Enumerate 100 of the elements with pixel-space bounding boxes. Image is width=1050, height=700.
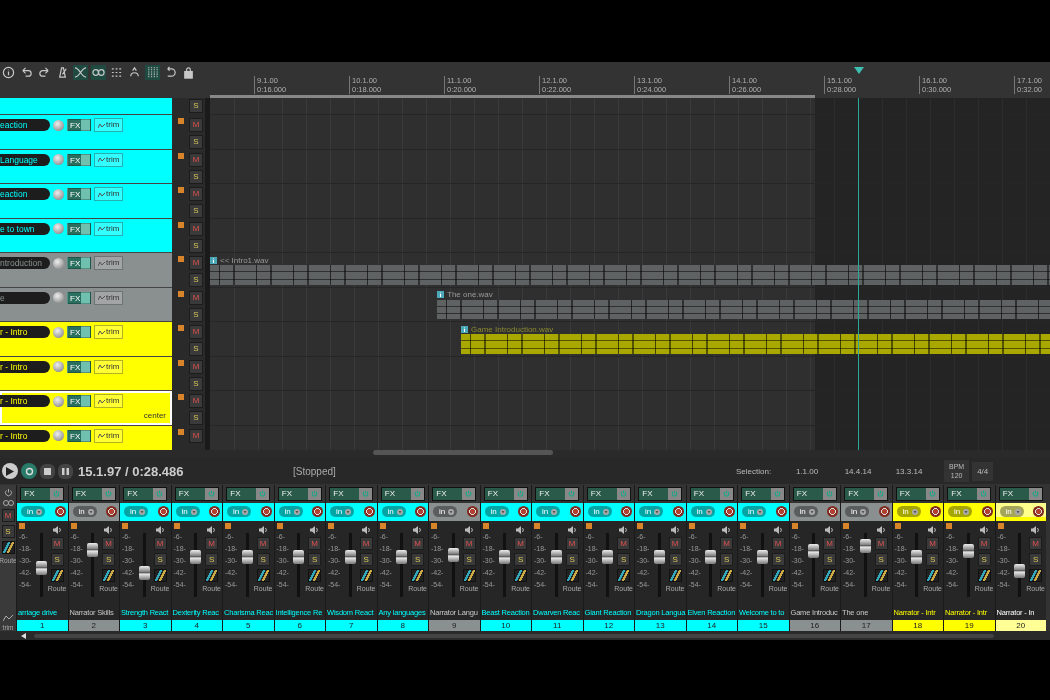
solo-button[interactable]: S [874, 552, 888, 566]
fx-button[interactable]: FX [123, 486, 168, 501]
input-selector[interactable]: in [845, 506, 870, 518]
fader-thumb[interactable] [499, 550, 511, 565]
scroll-thumb[interactable] [34, 633, 994, 638]
track-name-field[interactable]: eaction [0, 119, 50, 131]
routing-icon[interactable] [102, 568, 116, 582]
track-number[interactable]: 11 [532, 620, 583, 631]
track-name-field[interactable]: r - Intro [0, 429, 50, 442]
fx-button[interactable]: FX [689, 486, 734, 501]
track-name-field[interactable]: e [0, 291, 50, 304]
solo-button[interactable]: S [153, 552, 167, 566]
link-icon[interactable] [91, 65, 106, 80]
trim-button[interactable]: trim [94, 118, 124, 132]
routing-icon[interactable] [153, 568, 167, 582]
record-monitor-icon[interactable] [379, 522, 386, 529]
fx-button[interactable]: FX [741, 486, 786, 501]
fader-thumb[interactable] [859, 538, 871, 553]
track-number[interactable]: 10 [480, 620, 531, 631]
track-number[interactable]: 14 [686, 620, 737, 631]
fx-button[interactable]: FX [586, 486, 631, 501]
track-panel[interactable]: r - Intro FX trim [0, 356, 172, 391]
solo-button[interactable]: S [617, 552, 631, 566]
record-monitor-icon[interactable] [328, 522, 334, 529]
track-number[interactable]: 15 [738, 620, 789, 631]
solo-button[interactable]: S [189, 99, 203, 113]
speaker-icon[interactable] [1031, 525, 1041, 534]
solo-button[interactable]: S [411, 552, 425, 566]
routing-icon[interactable] [565, 568, 579, 582]
lock-icon[interactable] [181, 65, 196, 80]
scrollbar[interactable] [0, 450, 1050, 458]
track-name-field[interactable]: eaction [0, 188, 50, 200]
record-monitor-icon[interactable] [431, 522, 437, 529]
track-number[interactable]: 18 [892, 620, 943, 631]
record-arm-button[interactable] [672, 506, 684, 518]
record-arm-button[interactable] [981, 506, 993, 518]
power-icon[interactable] [3, 488, 13, 497]
fx-button[interactable]: FX [483, 486, 528, 501]
track-panel[interactable]: e FX trim [0, 287, 172, 322]
routing-icon[interactable] [874, 568, 888, 582]
record-arm-button[interactable] [54, 506, 66, 518]
trim-button[interactable]: trim [94, 428, 124, 443]
fader-thumb[interactable] [138, 566, 150, 581]
track-panel[interactable]: eaction FX trim [0, 184, 172, 219]
fx-button[interactable]: FX [67, 360, 91, 373]
record-monitor-icon[interactable] [173, 522, 180, 529]
waveform-item[interactable] [461, 334, 1050, 354]
fx-button[interactable]: FX [67, 153, 91, 166]
fader-thumb[interactable] [447, 548, 459, 563]
fx-button[interactable]: FX [67, 257, 91, 269]
fx-button[interactable]: FX [998, 486, 1043, 501]
solo-button[interactable]: S [189, 342, 203, 356]
fader-thumb[interactable] [396, 550, 408, 565]
grid-icon[interactable] [145, 65, 160, 80]
solo-button[interactable]: S [668, 552, 682, 566]
trim-button[interactable]: trim [94, 290, 124, 305]
solo-button[interactable]: S [256, 552, 270, 566]
track-name-field[interactable]: r - Intro [0, 326, 50, 338]
trim-button[interactable]: trim [94, 221, 124, 236]
fader-thumb[interactable] [1014, 563, 1026, 578]
speaker-icon[interactable] [619, 525, 629, 534]
track-panel[interactable]: ntroduction FX trim [0, 253, 172, 288]
record-arm-button[interactable] [1033, 506, 1044, 518]
fader-thumb[interactable] [602, 550, 614, 565]
fx-button[interactable]: FX [844, 486, 889, 501]
record-monitor-icon[interactable] [122, 522, 128, 529]
fx-button[interactable]: FX [67, 119, 91, 131]
routing-icon[interactable] [617, 568, 631, 582]
fader-thumb[interactable] [653, 550, 665, 565]
fx-button[interactable]: FX [20, 486, 65, 501]
fx-button[interactable]: FX [174, 486, 219, 501]
arrange-view[interactable]: << Intro1.wav The one.wav Game Introduction.wav [210, 98, 1050, 450]
fx-button[interactable]: FX [71, 486, 116, 501]
record-arm-button[interactable] [878, 506, 890, 518]
selection-value[interactable]: 1.1.00 [783, 466, 831, 476]
record-monitor-icon[interactable] [688, 522, 695, 529]
record-arm-button[interactable] [930, 506, 941, 518]
trim-button[interactable]: trim [94, 187, 124, 201]
track-panel[interactable]: r - Intro FX trim center [0, 391, 172, 426]
trim-button[interactable]: trim [94, 394, 124, 408]
record-arm-button[interactable] [518, 506, 529, 518]
record-monitor-icon[interactable] [225, 522, 231, 529]
track-panel[interactable]: Language FX trim [0, 149, 172, 184]
scroll-thumb[interactable] [373, 450, 553, 455]
record-monitor-icon[interactable] [946, 522, 952, 529]
track-panel[interactable]: r - Intro FX trim [0, 322, 172, 357]
track-number[interactable]: 12 [583, 620, 634, 631]
solo-button[interactable]: S [50, 552, 64, 566]
fx-button[interactable]: FX [638, 486, 683, 501]
track-number[interactable]: 19 [944, 620, 995, 631]
track-name-field[interactable]: e to town [0, 222, 50, 235]
trim-button[interactable]: trim [94, 359, 124, 374]
fx-button[interactable]: FX [67, 395, 91, 407]
record-arm-button[interactable] [415, 506, 426, 518]
fader-thumb[interactable] [756, 550, 768, 565]
record-arm-button[interactable] [209, 506, 220, 518]
fx-button[interactable]: FX [226, 486, 271, 501]
routing-icon[interactable] [462, 568, 476, 582]
fx-button[interactable]: FX [329, 486, 374, 501]
fader-thumb[interactable] [962, 544, 974, 559]
